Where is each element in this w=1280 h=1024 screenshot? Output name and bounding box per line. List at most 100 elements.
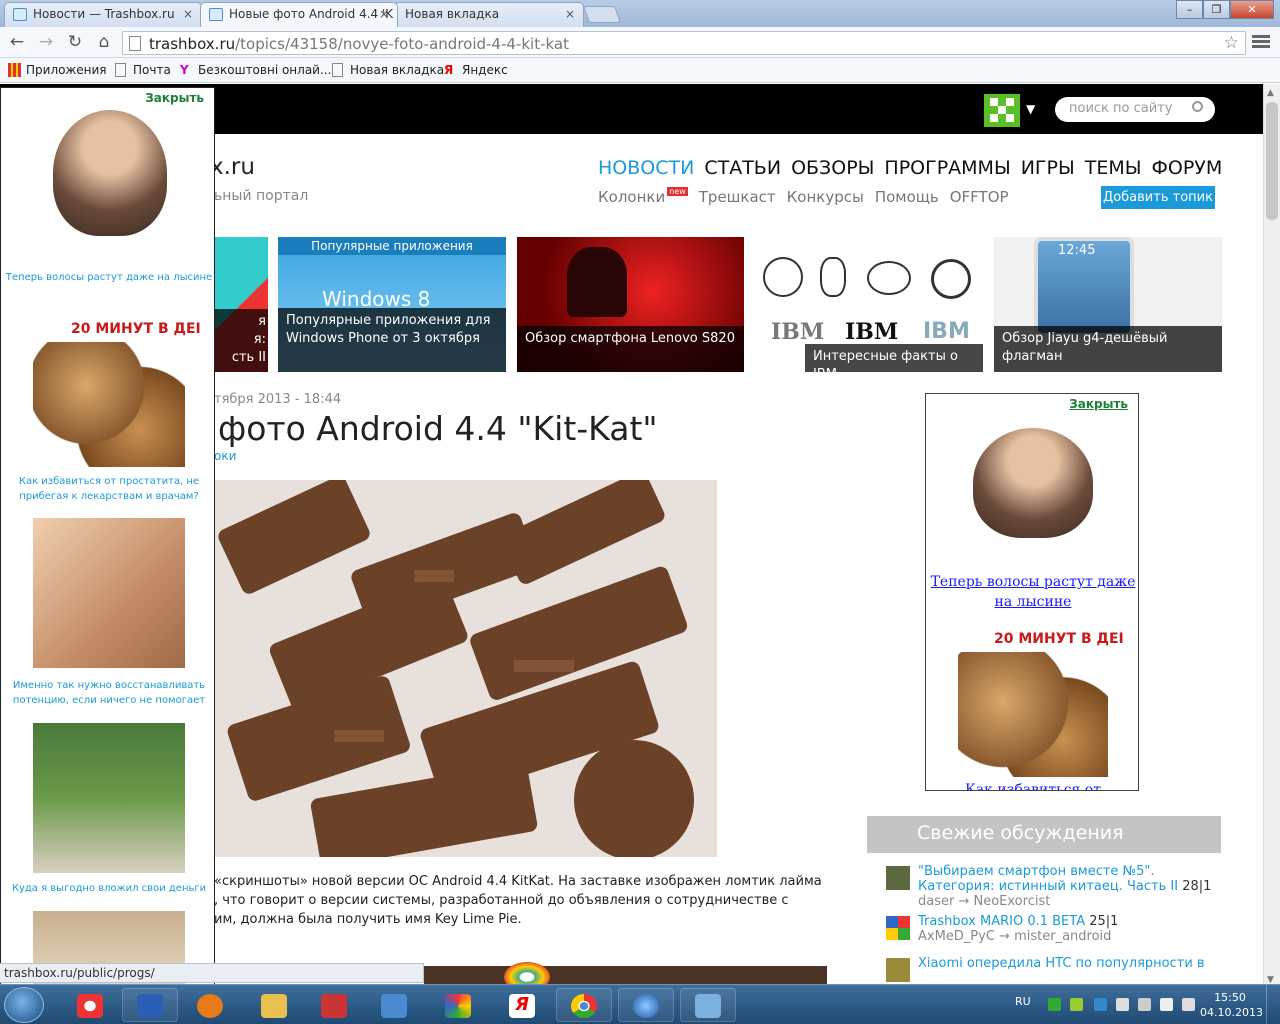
nav-programs[interactable]: ПРОГРАММЫ bbox=[884, 157, 1010, 179]
minimize-button[interactable]: – bbox=[1176, 0, 1203, 19]
featured-tile-1[interactable]: я я: сть II bbox=[214, 237, 268, 372]
taskbar-explorer[interactable] bbox=[246, 988, 302, 1022]
featured-tile-4[interactable]: IBM IBM IBM Интересные факты о IBM bbox=[755, 237, 983, 372]
battery-icon[interactable] bbox=[1160, 998, 1173, 1011]
tab-article[interactable]: Новые фото Android 4.4 'K × bbox=[200, 2, 398, 27]
ad-link[interactable]: Теперь волосы растут даже на лысине bbox=[3, 270, 214, 285]
ad-image-head[interactable] bbox=[973, 428, 1093, 538]
language-indicator[interactable]: RU bbox=[1015, 995, 1031, 1008]
tab-close-icon[interactable]: × bbox=[379, 3, 389, 25]
new-tab-button[interactable] bbox=[582, 6, 622, 23]
chrome-menu-icon[interactable] bbox=[1252, 33, 1270, 51]
ad-close-button[interactable]: Закрыть bbox=[1069, 397, 1128, 411]
start-button[interactable] bbox=[4, 987, 44, 1023]
maximize-button[interactable]: ❐ bbox=[1203, 0, 1230, 19]
sub-nav: Колонки new Трешкаст Конкурсы Помощь OFFTOP bbox=[598, 187, 1020, 206]
avatar bbox=[886, 958, 910, 982]
scroll-thumb[interactable] bbox=[1266, 102, 1278, 220]
ad-image-head[interactable] bbox=[53, 110, 167, 236]
taskbar-app-globe[interactable] bbox=[618, 988, 674, 1022]
taskbar-yandex-browser[interactable] bbox=[62, 988, 118, 1022]
ad-link[interactable]: Именно так нужно восстанавливать потенци… bbox=[3, 678, 214, 708]
user-menu-icon[interactable] bbox=[984, 94, 1020, 127]
bookmark-new-tab[interactable]: Новая вкладка bbox=[332, 63, 444, 77]
flag-icon[interactable] bbox=[1138, 998, 1151, 1011]
ad-image-couple[interactable] bbox=[33, 518, 185, 668]
tile-caption: Популярные приложения для Windows Phone … bbox=[278, 308, 506, 372]
subnav-contests[interactable]: Конкурсы bbox=[787, 188, 864, 206]
browser-window: Новости — Trashbox.ru × Новые фото Androi… bbox=[0, 0, 1280, 1024]
article-tag[interactable]: оки bbox=[214, 449, 236, 463]
dropdown-caret-icon[interactable]: ▼ bbox=[1026, 102, 1035, 116]
left-ad-block: Закрыть Теперь волосы растут даже на лыс… bbox=[0, 87, 215, 989]
taskbar-chrome[interactable] bbox=[556, 988, 612, 1022]
ad-image-people[interactable] bbox=[33, 723, 185, 873]
window-controls: – ❐ ✕ bbox=[1176, 0, 1274, 20]
discussion-item[interactable]: Trashbox MARIO 0.1 BETA 25|1 AxMeD_PyC →… bbox=[886, 914, 1216, 944]
yandex-icon: Я bbox=[444, 63, 454, 77]
tray-icon[interactable] bbox=[1048, 998, 1061, 1011]
nav-reviews[interactable]: ОБЗОРЫ bbox=[791, 157, 874, 179]
site-logo[interactable]: x.ru bbox=[210, 154, 255, 180]
bookmark-apps[interactable]: Приложения bbox=[8, 63, 107, 77]
site-search-input[interactable]: поиск по сайту bbox=[1055, 97, 1215, 122]
tray-icon[interactable] bbox=[1070, 998, 1083, 1011]
clock[interactable]: 15:50 04.10.2013 bbox=[1200, 990, 1263, 1020]
network-icon[interactable] bbox=[1116, 998, 1129, 1011]
close-window-button[interactable]: ✕ bbox=[1230, 0, 1274, 19]
add-topic-button[interactable]: Добавить топик bbox=[1101, 186, 1215, 209]
featured-tile-5[interactable]: 12:45 Обзор Jiayu g4-дешёвый флагман bbox=[994, 237, 1222, 372]
featured-tile-2[interactable]: Популярные приложения Windows 8 Популярн… bbox=[278, 237, 506, 372]
volume-icon[interactable] bbox=[1182, 998, 1195, 1011]
article-photo bbox=[214, 480, 717, 857]
nav-articles[interactable]: СТАТЬИ bbox=[704, 157, 781, 179]
ad-link[interactable]: Куда я выгодно вложил свои деньги bbox=[3, 881, 214, 896]
bookmark-yandex[interactable]: Я Яндекс bbox=[444, 63, 508, 77]
tab-close-icon[interactable]: × bbox=[565, 3, 575, 25]
nav-forum[interactable]: ФОРУМ bbox=[1152, 157, 1223, 179]
tab-news[interactable]: Новости — Trashbox.ru × bbox=[4, 2, 202, 27]
tab-close-icon[interactable]: × bbox=[183, 3, 193, 25]
show-desktop-button[interactable] bbox=[1266, 985, 1280, 1024]
discussions-title: Свежие обсуждения bbox=[867, 816, 1221, 853]
subnav-trashcast[interactable]: Трешкаст bbox=[699, 188, 776, 206]
taskbar-word[interactable] bbox=[122, 988, 178, 1022]
taskbar-audio[interactable] bbox=[366, 988, 422, 1022]
discussion-item[interactable]: "Выбираем смартфон вместе №5". Категория… bbox=[886, 864, 1216, 909]
subnav-offtop[interactable]: OFFTOP bbox=[950, 188, 1009, 206]
speaker-app-icon bbox=[381, 994, 407, 1018]
ad-image-walnuts[interactable] bbox=[958, 652, 1108, 777]
nav-themes[interactable]: ТЕМЫ bbox=[1085, 157, 1142, 179]
discussion-item[interactable]: Xiaomi опередила HTC по популярности в bbox=[886, 956, 1216, 982]
bookmark-star-icon[interactable]: ☆ bbox=[1224, 33, 1239, 53]
taskbar-app[interactable] bbox=[306, 988, 362, 1022]
nav-games[interactable]: ИГРЫ bbox=[1021, 157, 1075, 179]
home-icon[interactable]: ⌂ bbox=[93, 31, 115, 53]
subnav-help[interactable]: Помощь bbox=[875, 188, 939, 206]
bookmark-mail[interactable]: Почта bbox=[115, 63, 171, 77]
taskbar-picasa[interactable] bbox=[430, 988, 486, 1022]
ad-link[interactable]: Как избавиться от простатита, не прибега… bbox=[3, 474, 214, 504]
taskbar-yandex[interactable]: Я bbox=[494, 988, 550, 1022]
featured-tile-3[interactable]: Обзор смартфона Lenovo S820 bbox=[517, 237, 744, 372]
tab-new-tab[interactable]: Новая вкладка × bbox=[394, 2, 584, 27]
tile-caption: Обзор смартфона Lenovo S820 bbox=[517, 326, 744, 372]
taskbar-control-panel[interactable] bbox=[680, 988, 736, 1022]
page-scrollbar[interactable]: ▲ ▼ bbox=[1263, 84, 1280, 989]
scroll-up-icon[interactable]: ▲ bbox=[1267, 88, 1274, 98]
back-icon[interactable]: ← bbox=[6, 31, 28, 53]
nav-news[interactable]: НОВОСТИ bbox=[598, 157, 694, 179]
forward-icon[interactable]: → bbox=[35, 31, 57, 53]
taskbar-media-player[interactable] bbox=[182, 988, 238, 1022]
bookmark-free-online[interactable]: Y Безкоштовні онлай... bbox=[180, 63, 331, 77]
search-icon[interactable] bbox=[1192, 101, 1203, 112]
ad-link[interactable]: Как избавиться от простатита bbox=[926, 780, 1138, 790]
subnav-columns[interactable]: Колонки bbox=[598, 188, 665, 206]
tray-icon[interactable] bbox=[1094, 998, 1107, 1011]
reload-icon[interactable]: ↻ bbox=[64, 31, 86, 53]
ad-image-walnuts[interactable] bbox=[33, 342, 185, 467]
picasa-icon bbox=[445, 994, 471, 1018]
address-bar[interactable]: trashbox.ru/topics/43158/novye-foto-andr… bbox=[122, 31, 1246, 55]
ad-link[interactable]: Теперь волосы растут даже на лысине bbox=[926, 572, 1138, 612]
ad-close-button[interactable]: Закрыть bbox=[145, 91, 204, 105]
